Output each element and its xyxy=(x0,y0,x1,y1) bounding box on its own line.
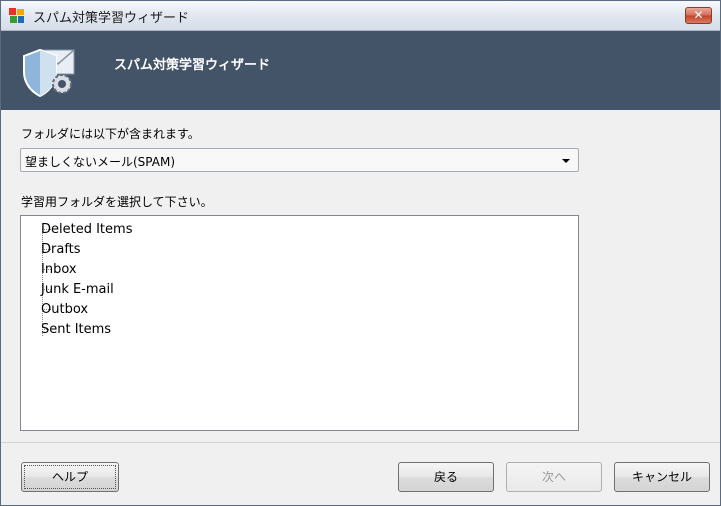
tree-item-sent-items[interactable]: Sent Items xyxy=(41,320,111,340)
wizard-window: スパム対策学習ウィザード ✕ スパム対策学習ウィザード フォルダには以下が含まれ… xyxy=(0,0,721,506)
footer-divider xyxy=(1,442,720,443)
chevron-down-icon[interactable] xyxy=(562,159,570,163)
select-folder-label: 学習用フォルダを選択して下さい。 xyxy=(21,195,213,209)
close-icon: ✕ xyxy=(693,8,704,22)
avg-logo-icon xyxy=(9,8,24,23)
tree-item-drafts[interactable]: Drafts xyxy=(41,240,81,260)
banner-title: スパム対策学習ウィザード xyxy=(114,58,271,73)
header-banner: スパム対策学習ウィザード xyxy=(1,31,720,110)
tree-item-junk-email[interactable]: Junk E-mail xyxy=(41,280,114,300)
tree-item-inbox[interactable]: Inbox xyxy=(41,260,77,280)
folder-type-select[interactable]: 望ましくないメール(SPAM) xyxy=(20,148,579,172)
cancel-button[interactable]: キャンセル xyxy=(614,462,710,492)
next-button[interactable]: 次へ xyxy=(506,462,602,492)
folder-contains-label: フォルダには以下が含まれます。 xyxy=(21,127,200,141)
folder-type-value: 望ましくないメール(SPAM) xyxy=(25,155,176,169)
shield-mail-gear-icon xyxy=(23,48,75,98)
close-button[interactable]: ✕ xyxy=(685,7,712,24)
window-title: スパム対策学習ウィザード xyxy=(33,11,190,26)
tree-item-deleted-items[interactable]: Deleted Items xyxy=(41,220,132,240)
back-button[interactable]: 戻る xyxy=(398,462,494,492)
folder-tree[interactable]: Deleted Items Drafts Inbox Junk E-mail O… xyxy=(20,215,579,431)
help-button[interactable]: ヘルプ xyxy=(21,462,119,492)
tree-item-outbox[interactable]: Outbox xyxy=(41,300,88,320)
title-bar[interactable]: スパム対策学習ウィザード ✕ xyxy=(1,1,720,31)
